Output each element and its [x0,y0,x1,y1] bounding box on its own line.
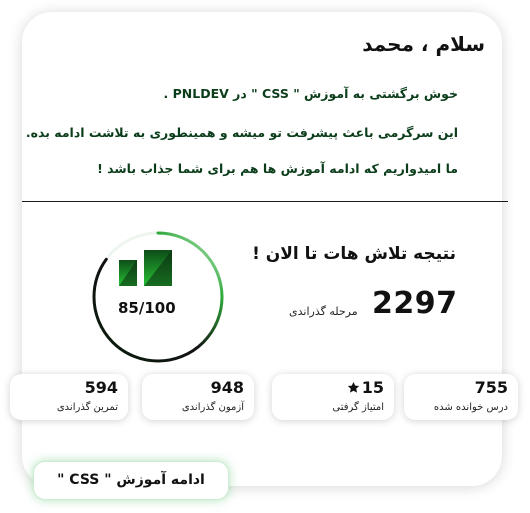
section-divider [22,201,508,202]
stat-label: آزمون گذراندی [181,402,244,413]
stat-value: 594 [84,378,118,397]
score-gauge [92,231,224,363]
chart-bars-icon [119,250,172,286]
welcome-line-1: خوش برگشتی به آموزش " CSS " در PNLDEV . [163,86,459,101]
stat-exercises-passed: 594 تمرین گذراندی [10,374,128,420]
stat-exams-passed: 948 آزمون گذراندی [142,374,254,420]
stat-value: 15 [347,378,384,397]
stat-label: درس خوانده شده [433,402,508,413]
result-title: نتیجه تلاش هات تا الان ! [252,244,456,264]
welcome-line-3: ما امیدواریم که ادامه آموزش ها هم برای ش… [97,161,458,176]
stat-points: 15 امتیاز گرفتی [272,374,394,420]
stat-value: 948 [210,378,244,397]
stat-label: امتیاز گرفتی [332,402,384,413]
continue-course-button[interactable]: ادامه آموزش " CSS " [33,461,229,500]
star-icon [347,381,359,393]
levels-count: 2297 [372,286,458,321]
greeting-title: سلام ، محمد [362,32,485,56]
stat-value: 755 [474,378,508,397]
score-text: 85/100 [118,299,176,317]
welcome-line-2: این سرگرمی باعث پیشرفت تو میشه و همینطور… [25,125,458,140]
stat-lessons-read: 755 درس خوانده شده [404,374,518,420]
page: سلام ، محمد خوش برگشتی به آموزش " CSS " … [0,0,530,513]
stat-label: تمرین گذراندی [56,402,118,413]
levels-label: مرحله گذراندی [289,305,358,318]
